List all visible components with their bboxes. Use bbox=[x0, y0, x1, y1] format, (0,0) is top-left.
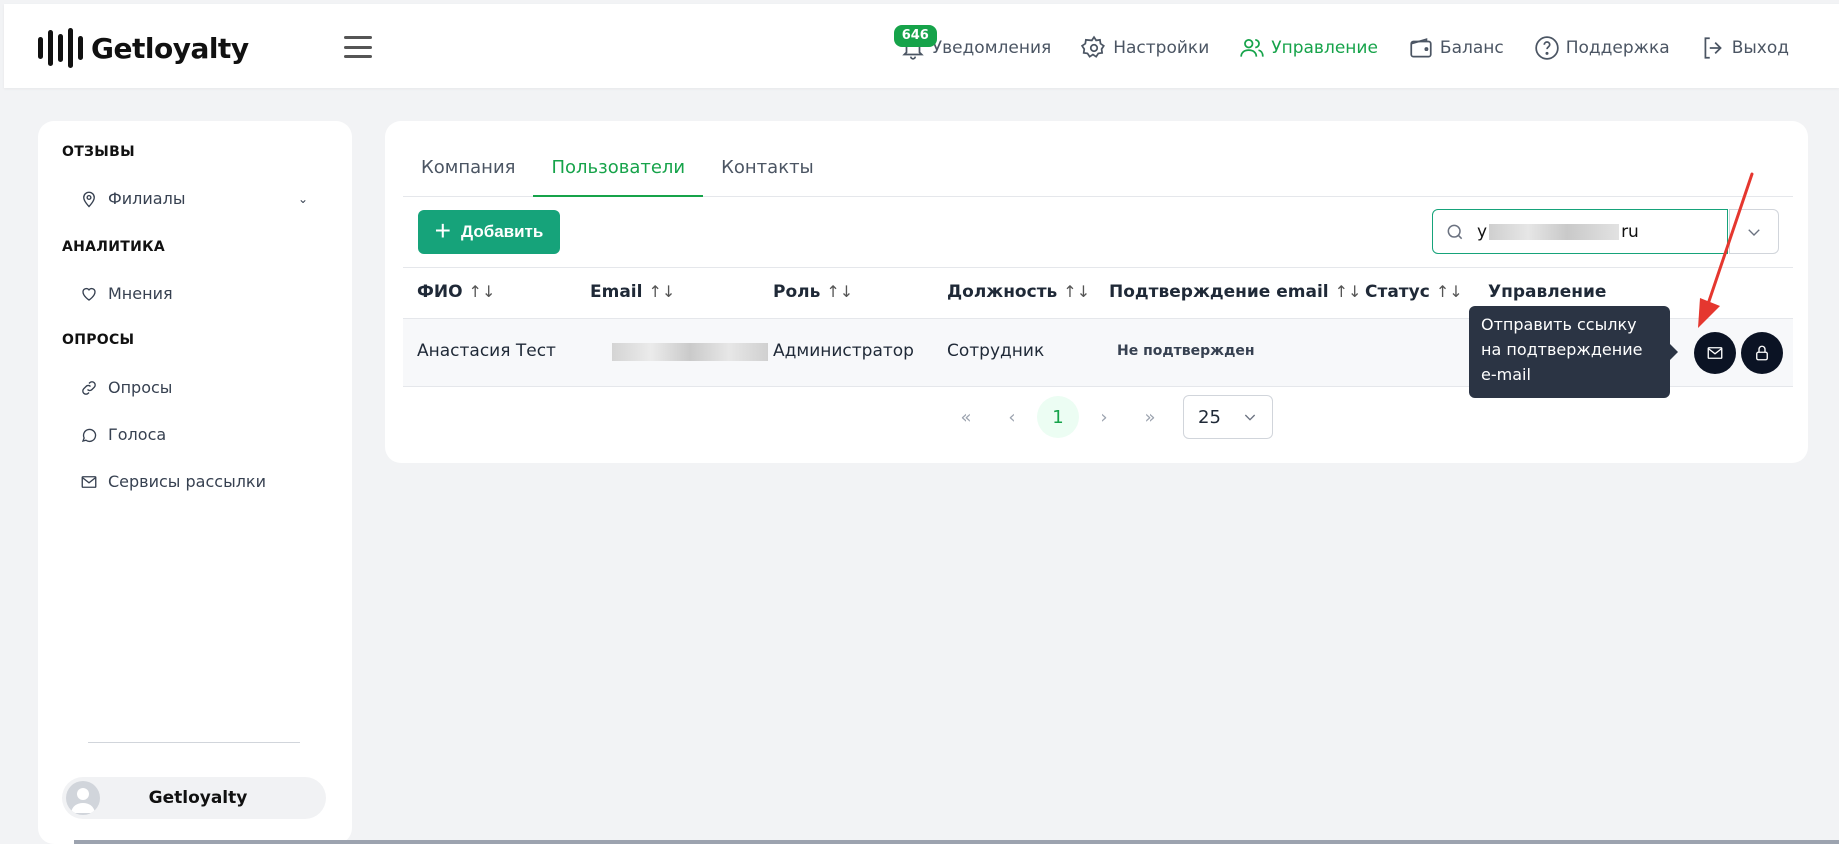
cell-email-confirm: Не подтвержден bbox=[1117, 343, 1255, 359]
nav-balance[interactable]: Баланс bbox=[1408, 35, 1504, 61]
last-page-button[interactable]: » bbox=[1127, 396, 1173, 438]
nav-settings[interactable]: Настройки bbox=[1081, 35, 1209, 61]
send-confirmation-email-button[interactable] bbox=[1694, 332, 1736, 374]
sidebar-item-surveys[interactable]: Опросы bbox=[80, 378, 172, 397]
users-icon bbox=[1240, 39, 1264, 57]
page-size-value: 25 bbox=[1198, 406, 1221, 428]
top-bar: Getloyalty 646 Уведомления Настройки Упр… bbox=[4, 4, 1839, 88]
next-page-button[interactable]: › bbox=[1081, 396, 1127, 438]
column-header-name[interactable]: ФИО ↑↓ bbox=[417, 282, 495, 302]
sidebar-item-label: Мнения bbox=[108, 284, 173, 303]
column-header-email[interactable]: Email ↑↓ bbox=[590, 282, 675, 302]
nav-notifications[interactable]: 646 Уведомления bbox=[893, 25, 1052, 61]
cell-email-redacted bbox=[612, 343, 768, 361]
pagination: « ‹ 1 › » 25 bbox=[943, 395, 1273, 439]
sidebar-item-opinions[interactable]: Мнения bbox=[80, 284, 173, 303]
user-name: Getloyalty bbox=[148, 788, 248, 808]
add-button-label: Добавить bbox=[461, 222, 544, 241]
link-icon bbox=[82, 380, 96, 395]
tab-contacts[interactable]: Контакты bbox=[703, 149, 832, 197]
annotation-arrow-icon bbox=[1698, 172, 1754, 328]
search-icon bbox=[1447, 224, 1463, 239]
logout-icon bbox=[1704, 37, 1722, 59]
tooltip: Отправить ссылку на подтверждение e-mail bbox=[1469, 306, 1678, 398]
column-header-email-confirm[interactable]: Подтверждение email ↑↓ bbox=[1109, 282, 1361, 302]
brand-name: Getloyalty bbox=[91, 31, 249, 65]
map-pin-icon bbox=[83, 191, 95, 207]
nav-logout-label: Выход bbox=[1731, 38, 1789, 58]
mail-icon bbox=[81, 475, 97, 488]
search-input[interactable]: y ru bbox=[1432, 209, 1728, 254]
sidebar-divider bbox=[88, 742, 300, 743]
nav-management[interactable]: Управление bbox=[1239, 35, 1378, 61]
column-header-position[interactable]: Должность ↑↓ bbox=[947, 282, 1090, 302]
sidebar-section-reviews: ОТЗЫВЫ bbox=[62, 144, 135, 160]
nav-support-label: Поддержка bbox=[1565, 38, 1670, 58]
sidebar-item-label: Голоса bbox=[108, 425, 167, 444]
prev-page-button[interactable]: ‹ bbox=[989, 396, 1035, 438]
lock-icon bbox=[1756, 345, 1768, 361]
plus-icon: + bbox=[434, 214, 451, 246]
search-value-prefix: y bbox=[1477, 221, 1488, 242]
sidebar-section-analytics: АНАЛИТИКА bbox=[62, 239, 165, 255]
sidebar-section-surveys: ОПРОСЫ bbox=[62, 332, 135, 348]
user-profile[interactable]: Getloyalty bbox=[62, 777, 326, 819]
sort-icon[interactable]: ↑↓ bbox=[1335, 282, 1362, 301]
sort-icon[interactable]: ↑↓ bbox=[826, 282, 853, 301]
column-header-status[interactable]: Статус ↑↓ bbox=[1365, 282, 1463, 302]
column-header-management: Управление bbox=[1488, 282, 1607, 302]
sidebar-item-branches[interactable]: Филиалы bbox=[80, 189, 320, 208]
column-header-role[interactable]: Роль ↑↓ bbox=[773, 282, 853, 302]
logo-icon bbox=[38, 26, 83, 70]
page-size-select[interactable]: 25 bbox=[1183, 395, 1273, 439]
sort-icon[interactable]: ↑↓ bbox=[469, 282, 496, 301]
tabs: Компания Пользователи Контакты bbox=[403, 149, 1793, 197]
cell-role: Администратор bbox=[773, 341, 914, 361]
tab-company[interactable]: Компания bbox=[403, 149, 533, 197]
nav-management-label: Управление bbox=[1271, 38, 1378, 58]
users-card: Компания Пользователи Контакты + Добавит… bbox=[385, 121, 1808, 463]
tab-users[interactable]: Пользователи bbox=[533, 149, 704, 197]
nav-logout[interactable]: Выход bbox=[1700, 35, 1789, 61]
chat-bubble-icon bbox=[81, 428, 97, 442]
notifications-badge: 646 bbox=[893, 25, 937, 47]
sort-icon[interactable]: ↑↓ bbox=[648, 282, 675, 301]
sidebar-item-mailing-services[interactable]: Сервисы рассылки bbox=[80, 472, 266, 491]
avatar bbox=[66, 781, 100, 815]
sidebar-item-votes[interactable]: Голоса bbox=[80, 425, 166, 444]
page-button-current[interactable]: 1 bbox=[1037, 396, 1079, 438]
sort-icon[interactable]: ↑↓ bbox=[1063, 282, 1090, 301]
cell-name: Анастасия Тест bbox=[417, 341, 556, 361]
chevron-down-icon[interactable]: ⌄ bbox=[298, 192, 308, 206]
help-circle-icon bbox=[1535, 36, 1559, 60]
logo[interactable]: Getloyalty bbox=[38, 26, 249, 70]
nav-balance-label: Баланс bbox=[1439, 38, 1504, 58]
heart-icon bbox=[82, 287, 96, 301]
nav-support[interactable]: Поддержка bbox=[1534, 35, 1670, 61]
redacted-text bbox=[1489, 223, 1620, 240]
lock-user-button[interactable] bbox=[1741, 332, 1783, 374]
mail-icon bbox=[1707, 347, 1723, 359]
first-page-button[interactable]: « bbox=[943, 396, 989, 438]
nav-settings-label: Настройки bbox=[1113, 38, 1210, 58]
search-value: y ru bbox=[1477, 222, 1639, 242]
menu-toggle-icon[interactable] bbox=[344, 36, 372, 58]
add-user-button[interactable]: + Добавить bbox=[418, 210, 560, 254]
cell-position: Сотрудник bbox=[947, 341, 1045, 361]
bottom-scrollbar[interactable] bbox=[74, 840, 1839, 844]
nav-notifications-label: Уведомления bbox=[931, 38, 1052, 58]
wallet-icon bbox=[1410, 38, 1432, 58]
sidebar-item-label: Опросы bbox=[108, 378, 173, 397]
gear-icon bbox=[1081, 35, 1106, 58]
search-value-suffix: ru bbox=[1621, 221, 1639, 242]
sidebar-item-label: Сервисы рассылки bbox=[108, 472, 266, 491]
sidebar: ОТЗЫВЫ Филиалы ⌄ АНАЛИТИКА Мнения ОПРОСЫ… bbox=[38, 121, 352, 844]
user-avatar-icon bbox=[71, 788, 95, 813]
chevron-down-icon bbox=[1244, 414, 1256, 421]
top-nav: 646 Уведомления Настройки Управление Бал… bbox=[893, 25, 1789, 66]
sidebar-item-label: Филиалы bbox=[108, 189, 186, 208]
sort-icon[interactable]: ↑↓ bbox=[1436, 282, 1463, 301]
